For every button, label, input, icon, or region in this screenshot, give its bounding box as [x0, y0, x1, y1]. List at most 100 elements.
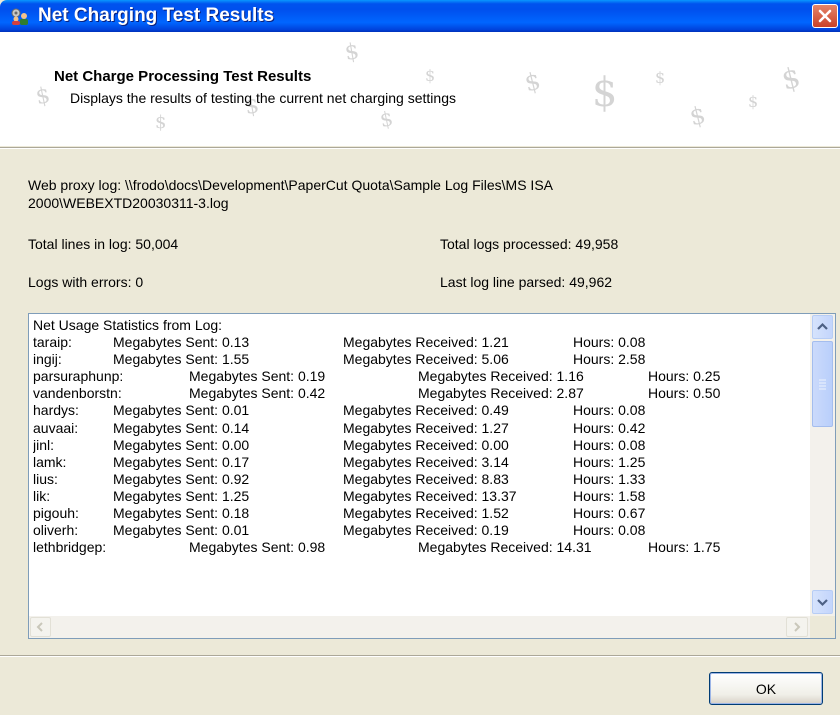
total-lines-label: Total lines in log: 50,004	[28, 236, 179, 252]
log-header-text: Net Usage Statistics from Log:	[33, 317, 223, 333]
dollar-watermark-icon: $	[342, 38, 362, 67]
web-proxy-log-line: 2000\WEBEXTD20030311-3.log	[28, 195, 229, 211]
log-megabytes-received: Megabytes Received: 1.16	[418, 368, 584, 385]
log-row: pigouh: Megabytes Sent: 0.18 Megabytes Rec…	[33, 505, 809, 522]
log-user: lik:	[33, 487, 51, 504]
log-content: Net Usage Statistics from Log: taraip: Me…	[33, 317, 809, 613]
log-user: auvaai:	[33, 419, 79, 436]
scroll-down-button[interactable]	[812, 590, 833, 614]
log-megabytes-received: Megabytes Received: 0.49	[343, 402, 509, 419]
log-hours: Hours: 0.50	[648, 385, 721, 402]
dialog-window: Net Charging Test Results $ $ $ $ $ $ $ …	[0, 0, 840, 715]
header-divider	[0, 147, 840, 149]
log-row: jinl: Megabytes Sent: 0.00 Megabytes Recei…	[33, 437, 809, 454]
window-title: Net Charging Test Results	[38, 5, 275, 26]
footer-divider	[0, 655, 840, 657]
scroll-thumb[interactable]	[812, 341, 833, 427]
dollar-watermark-icon: $	[592, 70, 618, 116]
log-row: lamk: Megabytes Sent: 0.17 Megabytes Recei…	[33, 454, 809, 471]
chevron-right-icon	[794, 622, 801, 632]
close-button[interactable]	[812, 4, 838, 28]
log-megabytes-sent: Megabytes Sent: 1.55	[113, 351, 250, 368]
log-megabytes-sent: Megabytes Sent: 0.01	[113, 522, 250, 539]
log-header: Net Usage Statistics from Log:	[33, 317, 809, 334]
log-megabytes-sent: Megabytes Sent: 0.14	[113, 419, 250, 436]
log-megabytes-sent: Megabytes Sent: 0.19	[189, 368, 326, 385]
chevron-left-icon	[36, 622, 43, 632]
ok-button[interactable]: OK	[709, 672, 823, 705]
log-hours: Hours: 1.58	[573, 487, 646, 504]
log-hours: Hours: 0.08	[573, 436, 646, 453]
log-user: vandenborstn:	[33, 385, 122, 402]
horizontal-scrollbar[interactable]	[29, 616, 810, 638]
web-proxy-log-line: Web proxy log: \\frodo\docs\Development\…	[28, 177, 553, 193]
log-megabytes-received: Megabytes Received: 8.83	[343, 470, 509, 487]
log-hours: Hours: 0.42	[573, 419, 646, 436]
log-user: lius:	[33, 470, 58, 487]
log-hours: Hours: 2.58	[573, 351, 646, 368]
log-megabytes-received: Megabytes Received: 0.19	[343, 522, 509, 539]
log-megabytes-sent: Megabytes Sent: 0.00	[113, 436, 250, 453]
dollar-watermark-icon: $	[686, 100, 709, 132]
log-megabytes-sent: Megabytes Sent: 0.42	[189, 385, 326, 402]
log-hours: Hours: 1.33	[573, 470, 646, 487]
banner-title: Net Charge Processing Test Results	[54, 68, 312, 85]
close-icon	[818, 9, 832, 23]
log-megabytes-sent: Megabytes Sent: 0.18	[113, 505, 250, 522]
net-usage-log-textbox[interactable]: Net Usage Statistics from Log: taraip: Me…	[28, 313, 836, 639]
log-megabytes-received: Megabytes Received: 2.87	[418, 385, 584, 402]
log-row: ingij: Megabytes Sent: 1.55 Megabytes Rece…	[33, 351, 809, 368]
header-banner: $ $ $ $ $ $ $ $ $ $ $ $ Net Charge Proce…	[0, 32, 840, 146]
log-megabytes-sent: Megabytes Sent: 0.17	[113, 453, 250, 470]
dollar-watermark-icon: $	[155, 112, 167, 133]
log-row: taraip: Megabytes Sent: 0.13 Megabytes Rec…	[33, 334, 809, 351]
log-row: lik: Megabytes Sent: 1.25 Megabytes Receiv…	[33, 488, 809, 505]
log-megabytes-received: Megabytes Received: 13.37	[343, 487, 517, 504]
web-proxy-log-path: Web proxy log: \\frodo\docs\Development\…	[28, 176, 553, 212]
log-user: jinl:	[33, 436, 55, 453]
log-megabytes-received: Megabytes Received: 1.52	[343, 505, 509, 522]
log-hours: Hours: 0.25	[648, 368, 721, 385]
dollar-watermark-icon: $	[748, 92, 759, 111]
log-user: pigouh:	[33, 505, 79, 522]
log-hours: Hours: 0.08	[573, 334, 646, 351]
log-user: parsuraphunp:	[33, 368, 124, 385]
log-user: hardys:	[33, 402, 79, 419]
log-megabytes-received: Megabytes Received: 14.31	[418, 539, 592, 556]
log-megabytes-received: Megabytes Received: 5.06	[343, 351, 509, 368]
dollar-watermark-icon: $	[655, 68, 666, 87]
log-row: auvaai: Megabytes Sent: 0.14 Megabytes Rec…	[33, 420, 809, 437]
scroll-right-button[interactable]	[786, 617, 808, 637]
title-bar[interactable]: Net Charging Test Results	[0, 0, 840, 32]
log-row: oliverh: Megabytes Sent: 0.01 Megabytes Re…	[33, 522, 809, 539]
log-hours: Hours: 0.67	[573, 505, 646, 522]
gear-users-icon	[11, 8, 28, 25]
scroll-left-button[interactable]	[30, 617, 51, 637]
log-hours: Hours: 0.08	[573, 522, 646, 539]
dollar-watermark-icon: $	[425, 66, 436, 85]
log-megabytes-received: Megabytes Received: 0.00	[343, 436, 509, 453]
log-row: hardys: Megabytes Sent: 0.01 Megabytes Rec…	[33, 402, 809, 419]
logs-with-errors-label: Logs with errors: 0	[28, 274, 144, 290]
log-user: lethbridgep:	[33, 539, 107, 556]
total-logs-processed-label: Total logs processed: 49,958	[440, 236, 619, 252]
log-hours: Hours: 1.75	[648, 539, 721, 556]
chevron-up-icon	[817, 322, 828, 330]
log-megabytes-received: Megabytes Received: 1.27	[343, 419, 509, 436]
log-user: lamk:	[33, 453, 67, 470]
log-megabytes-sent: Megabytes Sent: 0.13	[113, 334, 250, 351]
vertical-scrollbar[interactable]	[810, 314, 835, 616]
log-megabytes-sent: Megabytes Sent: 1.25	[113, 487, 250, 504]
scroll-up-button[interactable]	[812, 315, 833, 339]
log-user: ingij:	[33, 351, 62, 368]
last-log-line-label: Last log line parsed: 49,962	[440, 274, 613, 290]
dollar-watermark-icon: $	[377, 105, 396, 133]
banner-subtitle: Displays the results of testing the curr…	[70, 90, 456, 106]
log-user: oliverh:	[33, 522, 79, 539]
log-row: parsuraphunp: Megabytes Sent: 0.19 Megabyt…	[33, 368, 809, 385]
dollar-watermark-icon: $	[778, 60, 804, 97]
log-megabytes-sent: Megabytes Sent: 0.92	[113, 470, 250, 487]
grip-icon	[819, 379, 826, 390]
log-megabytes-received: Megabytes Received: 3.14	[343, 453, 509, 470]
chevron-down-icon	[817, 599, 828, 607]
